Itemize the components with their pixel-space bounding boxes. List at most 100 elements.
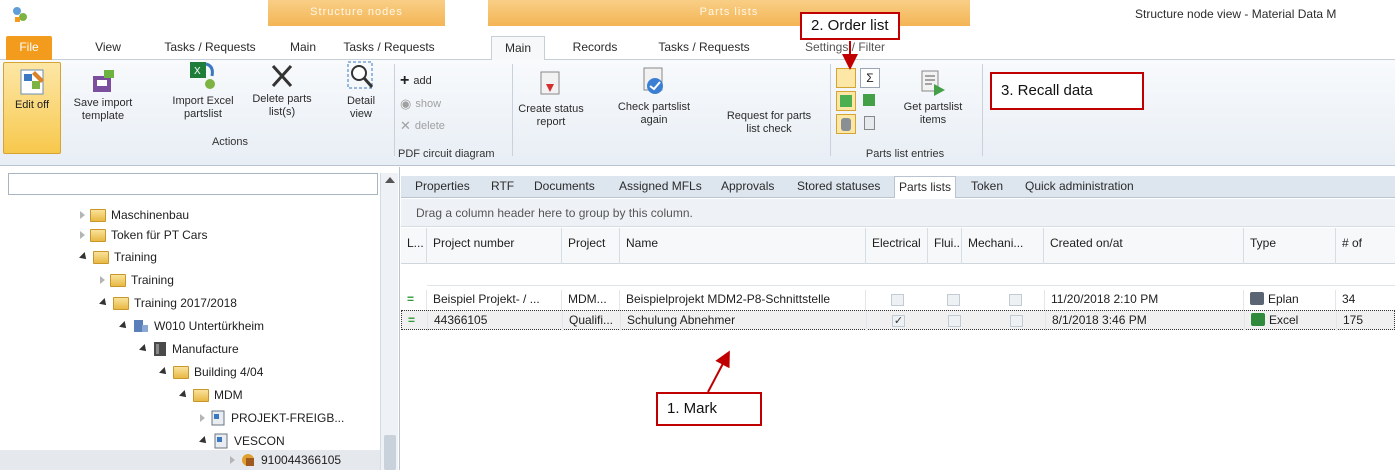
edit-off-icon [20,69,44,95]
get-partslist-items-button[interactable]: Get partslist items [898,68,968,127]
col-header-created[interactable]: Created on/at [1044,228,1244,264]
tab-properties[interactable]: Properties [415,176,470,198]
tab-documents[interactable]: Documents [534,176,595,198]
pdf-show-button[interactable]: ◉ show [400,96,441,112]
tab-tasks-requests-3[interactable]: Tasks / Requests [648,36,760,60]
tree-node[interactable]: Training 2017/2018 [99,293,237,313]
tree-node-label: Token für PT Cars [111,228,208,242]
collapse-icon[interactable] [199,436,209,446]
expand-icon[interactable] [230,456,235,464]
tab-file[interactable]: File [6,36,52,60]
cell-project: MDM... [562,290,620,310]
request-check-label-2: list check [746,123,792,135]
collapse-icon[interactable] [179,390,189,400]
tab-rtf[interactable]: RTF [491,176,514,198]
tree-node[interactable]: Maschinenbau [80,205,189,225]
electrical-checkbox[interactable]: ✓ [892,315,905,327]
col-header-electrical[interactable]: Electrical [866,228,928,264]
check-partslist-icon [643,67,663,94]
col-header-project[interactable]: Project [562,228,620,264]
col-header-l[interactable]: L... [401,228,427,264]
detail-view-label-1: Detail [346,95,376,107]
collapse-icon[interactable] [79,252,89,262]
ribbon-separator [830,64,831,156]
tree-node[interactable]: W010 Untertürkheim [119,316,264,336]
tab-view[interactable]: View [88,36,128,60]
tab-quick-administration[interactable]: Quick administration [1025,176,1134,198]
tree-node[interactable]: Training [100,270,174,290]
expand-icon[interactable] [80,231,85,239]
tree-node[interactable]: Training [79,247,157,267]
order-list-toggle-button[interactable] [836,68,856,88]
col-header-name[interactable]: Name [620,228,866,264]
table-row-selected[interactable]: = 44366105 Qualifi... Schulung Abnehmer … [401,310,1395,331]
create-status-report-button[interactable]: Create status report [518,70,584,129]
tree-node[interactable]: 910044366105 [230,450,341,470]
col-header-mechanical[interactable]: Mechani... [962,228,1044,264]
tree-node-label: PROJEKT-FREIGB... [231,411,345,425]
pdf-add-button[interactable]: + add [400,72,432,90]
fluid-checkbox[interactable] [947,294,960,306]
save-import-template-button[interactable]: Save import template [72,68,134,123]
tree-scrollbar[interactable] [380,173,398,470]
expand-icon[interactable] [100,276,105,284]
col-header-type[interactable]: Type [1244,228,1336,264]
tab-approvals[interactable]: Approvals [721,176,774,198]
pdf-circuit-group-label: PDF circuit diagram [398,148,495,160]
import-excel-partslist-button[interactable]: X Import Excel partslist [170,60,236,121]
expand-icon[interactable] [80,211,85,219]
electrical-checkbox[interactable] [891,294,904,306]
col-header-fluid[interactable]: Flui... [928,228,962,264]
collapse-icon[interactable] [159,367,169,377]
import-excel-label-1: Import Excel [172,95,234,107]
tree-node-label: Maschinenbau [111,208,190,222]
context-group-structure-nodes: Structure nodes [268,0,445,26]
fluid-checkbox[interactable] [948,315,961,327]
col-header-count[interactable]: # of [1336,228,1395,264]
tab-token[interactable]: Token [971,176,1003,198]
tree-search-input[interactable] [8,173,378,195]
tab-tasks-requests-2[interactable]: Tasks / Requests [334,36,444,60]
group-by-hint: Drag a column header here to group by th… [401,199,1395,227]
scroll-up-icon[interactable] [385,177,395,183]
collapse-icon[interactable] [119,321,129,331]
delete-parts-lists-button[interactable]: Delete parts list(s) [252,62,312,119]
collapse-icon[interactable] [139,344,149,354]
actions-group-label: Actions [211,136,249,148]
pdf-delete-button[interactable]: ✕ delete [400,118,445,134]
mechanical-checkbox[interactable] [1010,315,1023,327]
tab-records[interactable]: Records [565,36,625,60]
edit-off-button[interactable]: Edit off [3,62,61,154]
tab-stored-statuses[interactable]: Stored statuses [797,176,880,198]
collapse-icon[interactable] [99,298,109,308]
get-items-icon [921,70,945,96]
scroll-thumb[interactable] [384,435,396,470]
tab-parts-lists[interactable]: Parts lists [894,176,957,198]
database-button[interactable] [836,114,856,134]
document-settings-icon[interactable] [860,114,880,134]
col-header-project-number[interactable]: Project number [427,228,562,264]
tree-node[interactable]: Manufacture [139,339,239,359]
detail-view-button[interactable]: Detail view [343,60,379,121]
tree-node[interactable]: VESCON [199,431,285,451]
tab-tasks-requests-1[interactable]: Tasks / Requests [155,36,265,60]
mechanical-checkbox[interactable] [1009,294,1022,306]
annotation-order-list: 2. Order list [800,12,900,40]
tree-node[interactable]: Building 4/04 [159,362,263,382]
check-partslist-again-button[interactable]: Check partslist again [614,66,694,127]
tree-node[interactable]: Token für PT Cars [80,225,207,245]
filter-row[interactable] [427,264,1395,286]
tab-parts-main[interactable]: Main [491,36,545,61]
tree-node[interactable]: MDM [179,385,243,405]
project-icon [211,410,225,426]
green-cube-button[interactable] [836,91,856,111]
request-parts-list-check-button[interactable]: Request for parts list check [718,110,820,136]
tree-node[interactable]: PROJEKT-FREIGB... [200,408,344,428]
sum-icon[interactable]: Σ [860,68,880,88]
green-cube-add-icon[interactable] [860,91,880,111]
expand-icon[interactable] [200,414,205,422]
table-row[interactable]: = Beispiel Projekt- / ... MDM... Beispie… [401,290,1395,310]
manufacture-icon [154,342,166,356]
tab-assigned-mfls[interactable]: Assigned MFLs [619,176,702,198]
tab-structure-main[interactable]: Main [283,36,323,60]
